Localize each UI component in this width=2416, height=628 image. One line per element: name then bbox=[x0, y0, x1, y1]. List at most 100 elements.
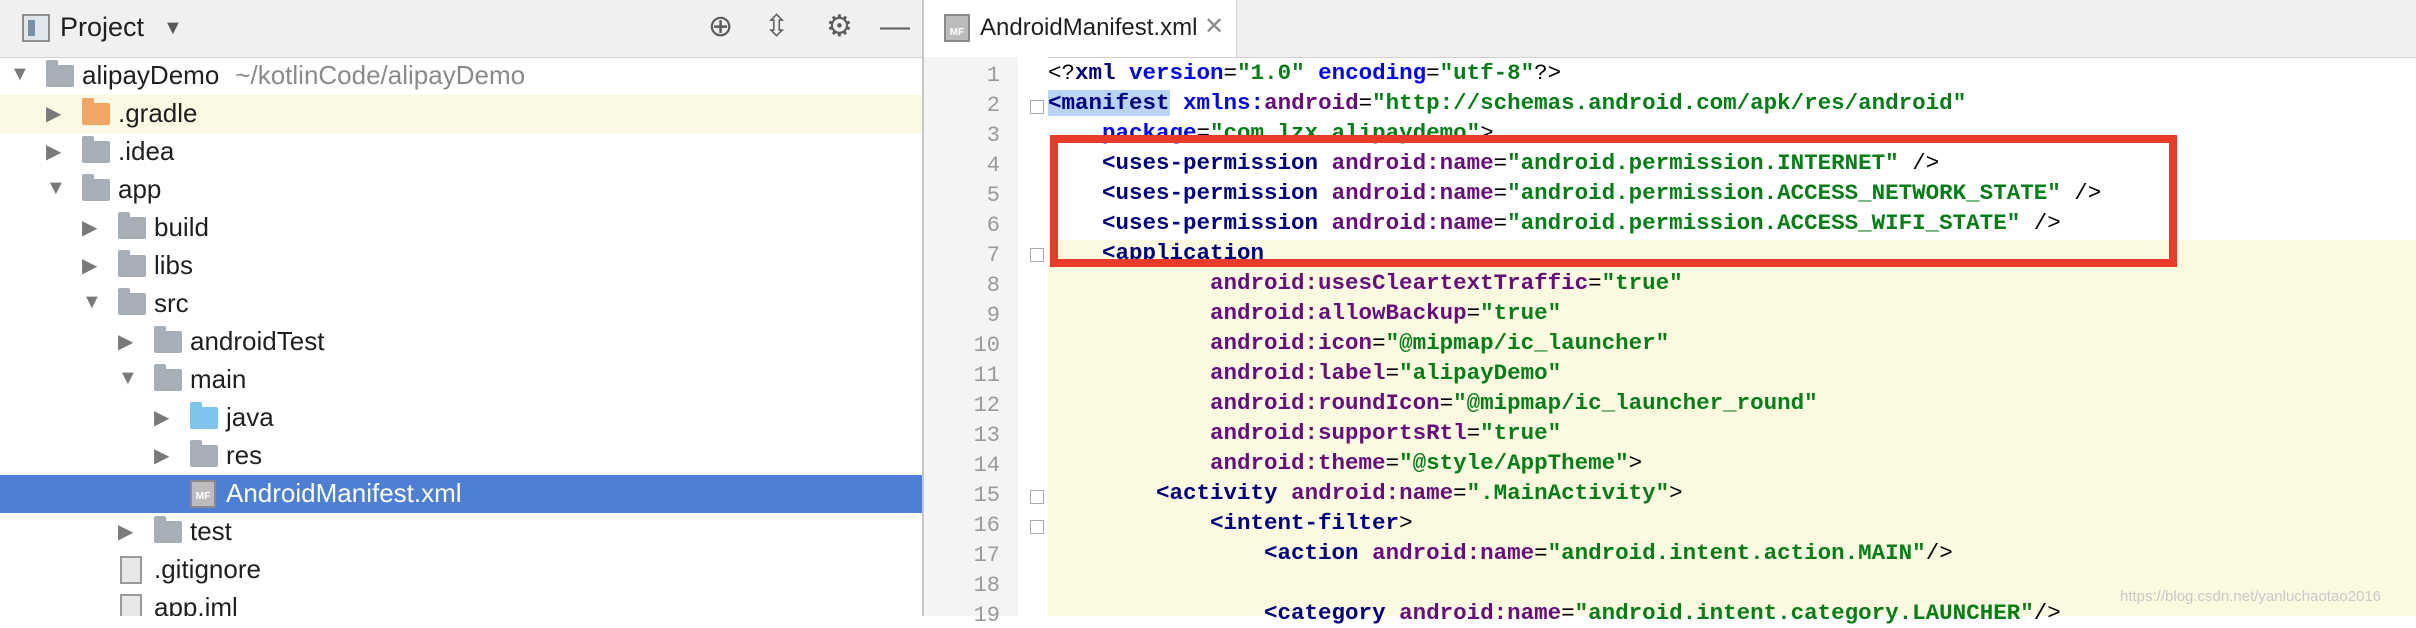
tab-androidmanifest[interactable]: MF AndroidManifest.xml ✕ bbox=[924, 0, 1237, 57]
line-number: 6 bbox=[986, 213, 1000, 238]
tree-item-label: .gradle bbox=[118, 98, 198, 128]
hide-panel-icon[interactable]: — bbox=[880, 10, 910, 44]
code-token: "utf-8" bbox=[1439, 60, 1535, 86]
code-token: = bbox=[1453, 480, 1467, 506]
tab-label: AndroidManifest.xml bbox=[980, 14, 1198, 41]
line-number: 7 bbox=[986, 243, 1000, 268]
code-token: "android.intent.action.MAIN" bbox=[1547, 540, 1926, 566]
chevron-down-icon[interactable]: ▼ bbox=[163, 17, 183, 40]
module-folder-icon bbox=[82, 174, 110, 201]
code-token: android:icon bbox=[1210, 330, 1373, 356]
code-line: <intent-filter> bbox=[1048, 510, 1413, 536]
editor-tab-bar: MF AndroidManifest.xml ✕ bbox=[924, 0, 2416, 58]
code-token: android:name bbox=[1291, 480, 1454, 506]
chevron-down-icon[interactable]: ▼ bbox=[118, 367, 138, 390]
chevron-right-icon[interactable]: ▶ bbox=[154, 443, 169, 468]
code-token: version bbox=[1129, 60, 1224, 86]
line-number: 13 bbox=[973, 423, 1000, 448]
tree-item-test[interactable]: ▶ test bbox=[0, 513, 922, 551]
folder-icon bbox=[154, 364, 182, 391]
collapse-all-icon[interactable]: ⇳ bbox=[764, 10, 789, 44]
line-number: 11 bbox=[973, 363, 1000, 388]
tree-item-label: .gitignore bbox=[154, 554, 261, 584]
code-token: ".MainActivity" bbox=[1466, 480, 1670, 506]
chevron-right-icon[interactable]: ▶ bbox=[82, 215, 97, 240]
file-icon bbox=[120, 556, 142, 584]
chevron-down-icon[interactable]: ▼ bbox=[10, 63, 30, 86]
code-token: <category bbox=[1264, 600, 1400, 626]
chevron-right-icon[interactable]: ▶ bbox=[118, 329, 133, 354]
annotation-highlight-box bbox=[1050, 135, 2177, 267]
tree-item-label: app.iml bbox=[154, 592, 238, 616]
code-token: = bbox=[1439, 390, 1454, 416]
gear-icon[interactable]: ⚙ bbox=[826, 10, 853, 44]
chevron-right-icon[interactable]: ▶ bbox=[46, 101, 61, 126]
code-token: android:allowBackup bbox=[1210, 300, 1467, 326]
tree-item-main[interactable]: ▼ main bbox=[0, 361, 922, 399]
tree-item-label: main bbox=[190, 364, 247, 394]
fold-marker-icon[interactable] bbox=[1030, 520, 1044, 534]
module-folder-icon bbox=[46, 60, 74, 87]
code-token: <action bbox=[1264, 540, 1373, 566]
resource-folder-icon bbox=[190, 440, 218, 467]
fold-marker-icon[interactable] bbox=[1030, 100, 1044, 114]
chevron-right-icon[interactable]: ▶ bbox=[154, 405, 169, 430]
tree-item-label: AndroidManifest.xml bbox=[226, 478, 462, 508]
tree-item-app-iml[interactable]: app.iml bbox=[0, 589, 922, 616]
tree-item-androidmanifest[interactable]: MF AndroidManifest.xml bbox=[0, 475, 922, 513]
tree-item-gitignore[interactable]: .gitignore bbox=[0, 551, 922, 589]
code-token: android:supportsRtl bbox=[1210, 420, 1467, 446]
tree-item-root[interactable]: ▼ alipayDemo ~/kotlinCode/alipayDemo bbox=[0, 57, 922, 95]
line-number: 16 bbox=[973, 513, 1000, 538]
locate-icon[interactable]: ⊕ bbox=[708, 10, 733, 44]
close-icon[interactable]: ✕ bbox=[1204, 12, 1224, 41]
code-token: <intent-filter bbox=[1210, 510, 1400, 536]
chevron-down-icon[interactable]: ▼ bbox=[82, 291, 102, 314]
code-token: "http://schemas.android.com/apk/res/andr… bbox=[1372, 90, 1967, 116]
line-number: 12 bbox=[973, 393, 1000, 418]
fold-marker-icon[interactable] bbox=[1030, 490, 1044, 504]
tree-item-idea[interactable]: ▶ .idea bbox=[0, 133, 922, 171]
line-number: 1 bbox=[986, 63, 1000, 88]
project-view-icon bbox=[22, 14, 50, 42]
code-token: > bbox=[1628, 450, 1643, 476]
code-token: /> bbox=[1925, 540, 1953, 566]
line-number: 3 bbox=[986, 123, 1000, 148]
tree-item-androidtest[interactable]: ▶ androidTest bbox=[0, 323, 922, 361]
code-token: = bbox=[1561, 600, 1575, 626]
watermark: https://blog.csdn.net/yanluchaotao2016 bbox=[2120, 588, 2382, 605]
tree-item-src[interactable]: ▼ src bbox=[0, 285, 922, 323]
tree-item-gradle[interactable]: ▶ .gradle bbox=[0, 95, 922, 133]
code-token: <activity bbox=[1156, 480, 1292, 506]
code-token: = bbox=[1534, 540, 1548, 566]
tree-item-app[interactable]: ▼ app bbox=[0, 171, 922, 209]
chevron-right-icon[interactable]: ▶ bbox=[118, 519, 133, 544]
tree-item-label: src bbox=[154, 288, 189, 318]
tree-item-build[interactable]: ▶ build bbox=[0, 209, 922, 247]
folder-icon bbox=[118, 250, 146, 277]
code-token: = bbox=[1372, 330, 1386, 356]
line-number: 8 bbox=[986, 273, 1000, 298]
chevron-down-icon[interactable]: ▼ bbox=[46, 177, 66, 200]
folder-icon bbox=[154, 516, 182, 543]
chevron-right-icon[interactable]: ▶ bbox=[46, 139, 61, 164]
tree-item-res[interactable]: ▶ res bbox=[0, 437, 922, 475]
code-line: android:label="alipayDemo" bbox=[1048, 360, 1561, 386]
code-token: "true" bbox=[1601, 270, 1683, 296]
tree-item-libs[interactable]: ▶ libs bbox=[0, 247, 922, 285]
tree-item-java[interactable]: ▶ java bbox=[0, 399, 922, 437]
project-panel-title[interactable]: Project bbox=[60, 12, 144, 43]
chevron-right-icon[interactable]: ▶ bbox=[82, 253, 97, 278]
code-line: <?xml version="1.0" encoding="utf-8"?> bbox=[1048, 60, 1561, 86]
fold-marker-icon[interactable] bbox=[1030, 248, 1044, 262]
line-number: 4 bbox=[986, 153, 1000, 178]
